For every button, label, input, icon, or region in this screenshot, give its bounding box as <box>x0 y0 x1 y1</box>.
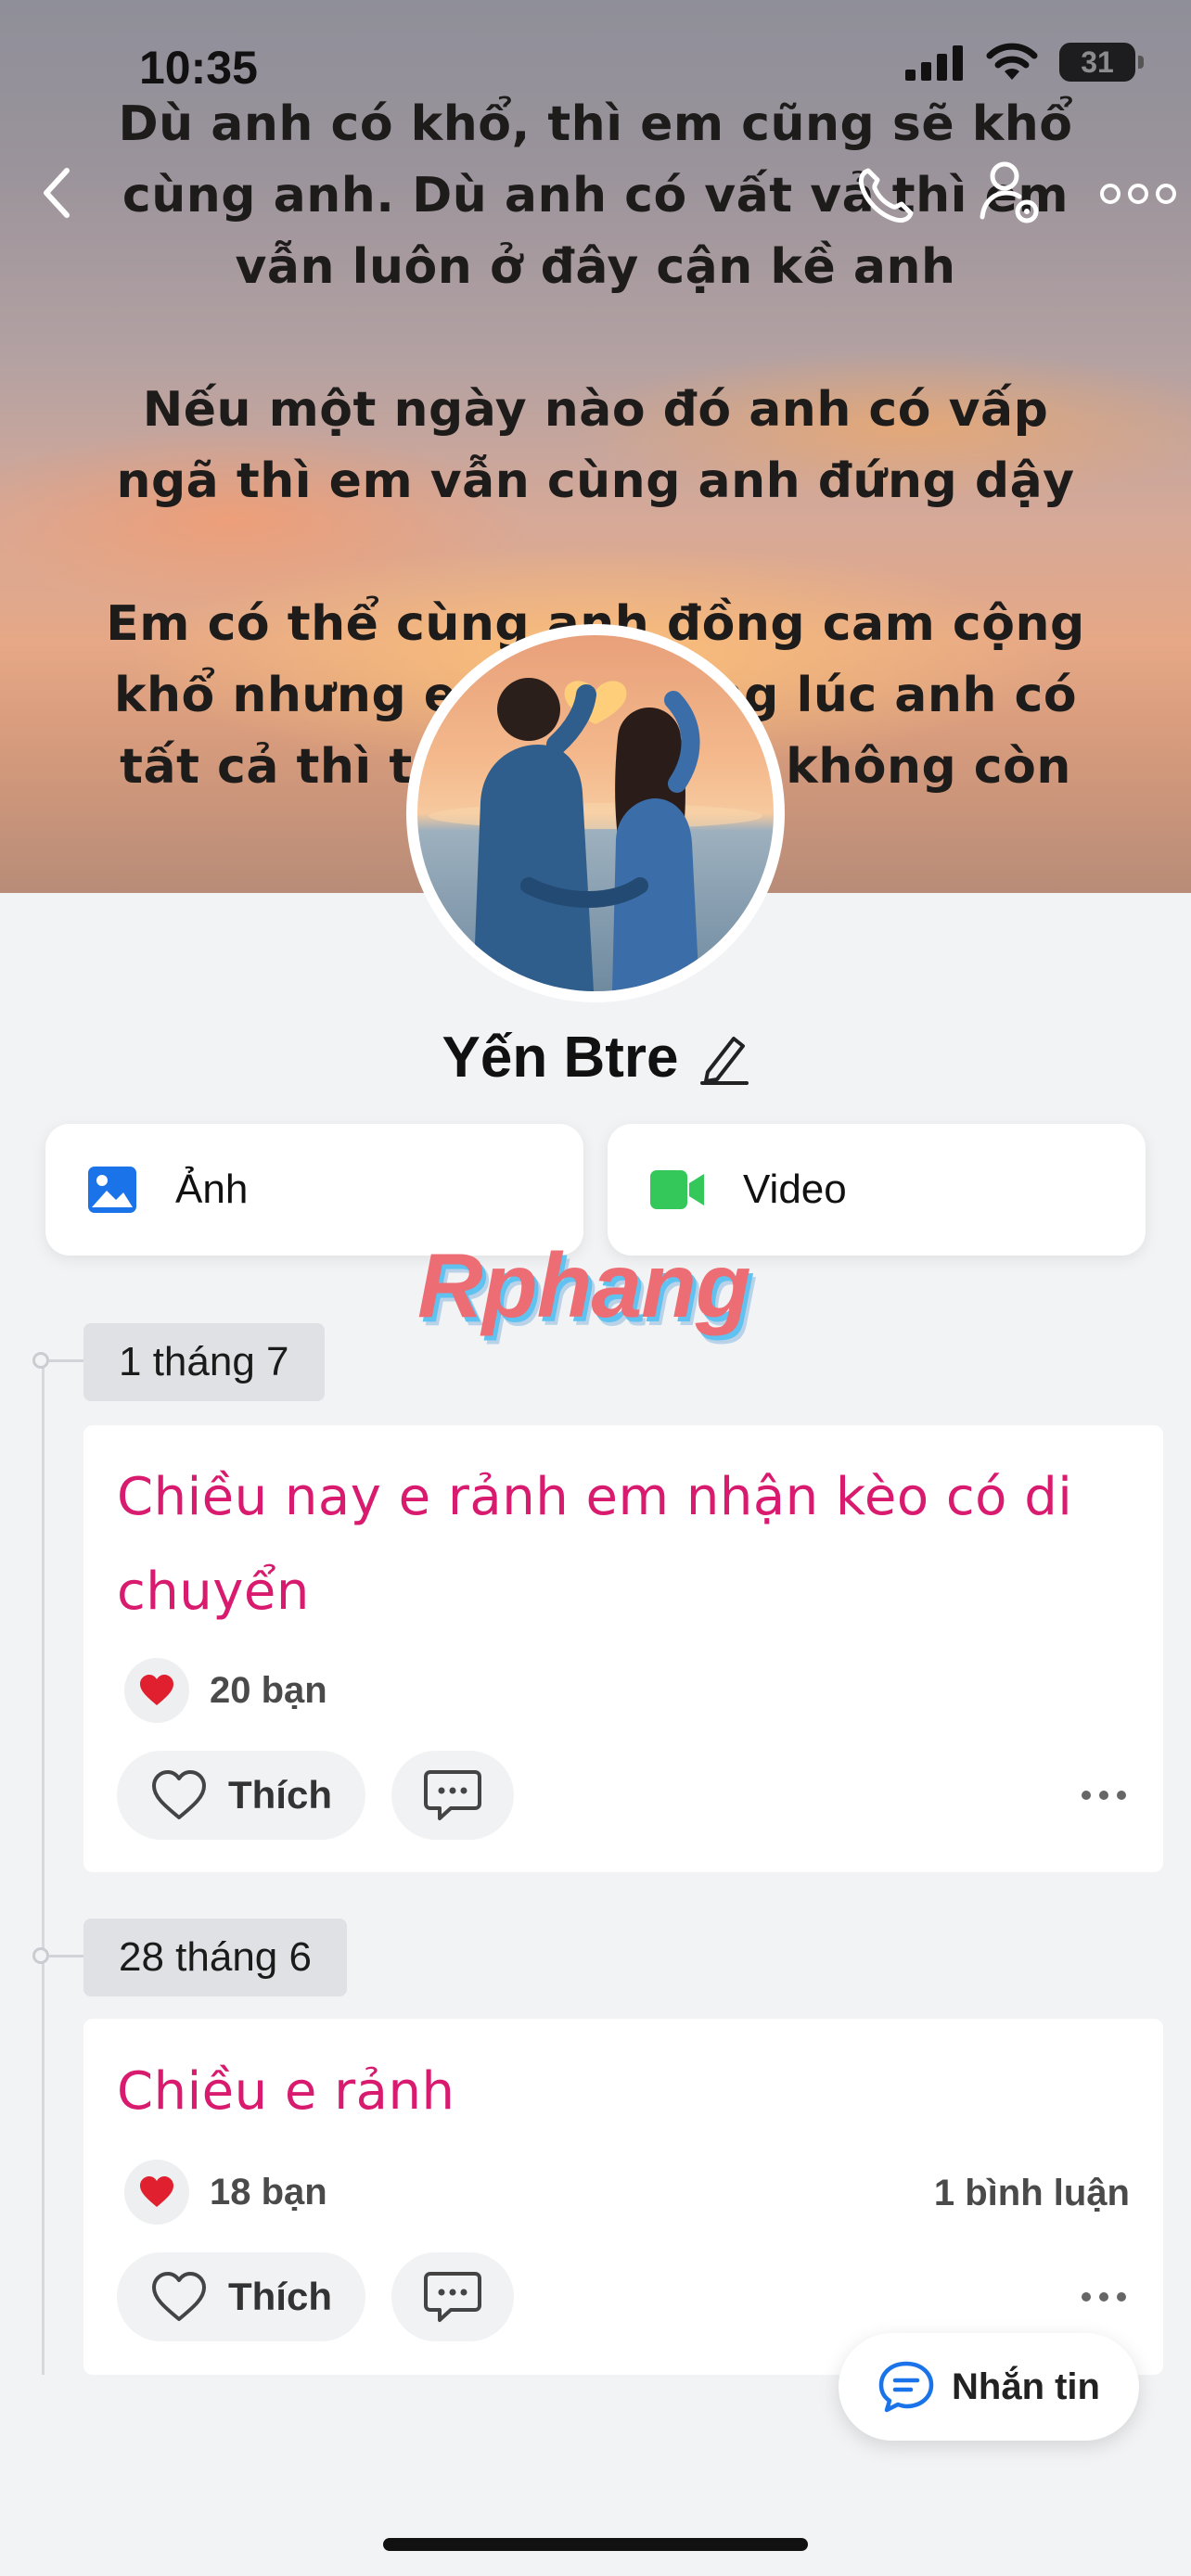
post-more-icon[interactable] <box>1082 2292 1126 2302</box>
avatar-image <box>417 635 774 991</box>
chat-icon <box>878 2361 934 2413</box>
status-icons: 31 <box>905 43 1144 82</box>
videos-label: Video <box>743 1167 847 1212</box>
timeline-tick <box>48 1359 83 1362</box>
like-button[interactable]: Thích <box>117 1751 365 1840</box>
post-more-icon[interactable] <box>1082 1791 1126 1800</box>
reaction-summary[interactable]: 20 bạn <box>124 1658 327 1723</box>
watermark-text: Rphang <box>417 1234 751 1336</box>
signal-icon <box>905 45 963 81</box>
user-settings-icon[interactable] <box>979 158 1044 232</box>
timeline-dot <box>32 1947 49 1964</box>
heart-icon <box>124 2160 189 2225</box>
comment-button[interactable] <box>391 2252 514 2341</box>
comment-button[interactable] <box>391 1751 514 1840</box>
phone-icon[interactable] <box>853 163 918 228</box>
battery-icon: 31 <box>1059 43 1144 82</box>
post-card[interactable]: Chiều e rảnh 18 bạn 1 bình luận Thích <box>83 2019 1163 2375</box>
back-icon[interactable] <box>37 163 78 223</box>
comment-icon <box>424 2272 481 2322</box>
profile-avatar[interactable] <box>406 624 785 1002</box>
like-button[interactable]: Thích <box>117 2252 365 2341</box>
profile-name: Yến Btre <box>442 1026 679 1090</box>
post-card[interactable]: Chiều nay e rảnh em nhận kèo có di chuyể… <box>83 1425 1163 1872</box>
message-label: Nhắn tin <box>952 2366 1100 2407</box>
photos-label: Ảnh <box>175 1167 249 1212</box>
message-button[interactable]: Nhắn tin <box>839 2333 1139 2441</box>
timeline-dot <box>32 1352 49 1369</box>
reaction-count: 20 bạn <box>210 1669 327 1711</box>
more-options-icon[interactable] <box>1100 184 1176 204</box>
post-text-line: Chiều nay e rảnh em nhận kèo có di <box>117 1467 1073 1527</box>
post-text-line: chuyển <box>117 1562 310 1622</box>
pencil-icon[interactable] <box>698 1031 749 1085</box>
comment-count[interactable]: 1 bình luận <box>934 2173 1130 2214</box>
heart-icon <box>124 1658 189 1723</box>
post-date-chip: 1 tháng 7 <box>83 1323 325 1401</box>
reaction-count: 18 bạn <box>210 2171 327 2213</box>
post-text-line: Chiều e rảnh <box>117 2061 455 2122</box>
video-camera-icon <box>650 1170 704 1209</box>
like-label: Thích <box>228 1773 332 1817</box>
image-icon <box>88 1167 136 1213</box>
home-indicator[interactable] <box>383 2538 808 2551</box>
heart-outline-icon <box>152 2272 206 2321</box>
status-time: 10:35 <box>139 42 258 94</box>
like-label: Thích <box>228 2275 332 2318</box>
comment-icon <box>424 1770 481 1820</box>
wifi-icon <box>986 43 1038 80</box>
reaction-summary[interactable]: 18 bạn <box>124 2160 327 2225</box>
post-date-chip: 28 tháng 6 <box>83 1919 347 1996</box>
profile-name-row: Yến Btre <box>0 1025 1191 1090</box>
timeline-tick <box>48 1955 83 1958</box>
heart-outline-icon <box>152 1770 206 1819</box>
timeline-line <box>42 1359 45 2375</box>
